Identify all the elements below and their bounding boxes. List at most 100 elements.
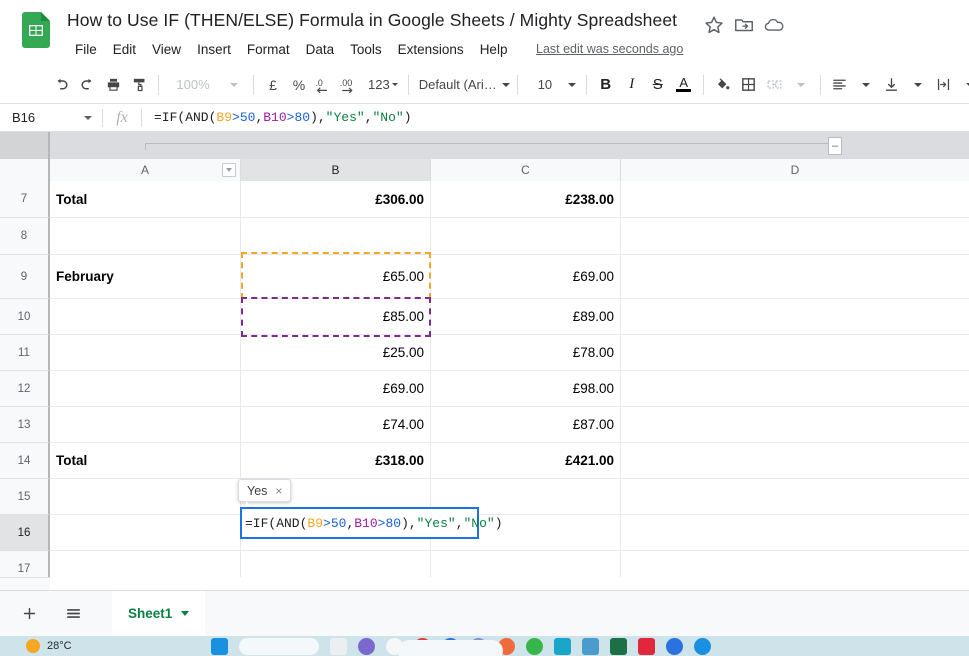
cell-A9[interactable]: February	[50, 255, 241, 298]
menu-item-insert[interactable]: Insert	[189, 40, 239, 59]
taskbar-icon-youtube[interactable]	[638, 637, 655, 655]
cell-C9[interactable]: £69.00	[431, 255, 621, 298]
vertical-align-dropdown[interactable]	[905, 72, 931, 98]
formula-edit-cell[interactable]: =IF(AND(B9 >50, B10 >80), "Yes", "No")	[240, 507, 503, 539]
taskbar-icon-edge[interactable]	[694, 637, 711, 655]
print-button[interactable]	[100, 72, 126, 98]
row-header-10[interactable]: 10	[0, 299, 50, 335]
cell-C14[interactable]: £421.00	[431, 443, 621, 478]
cell-B12[interactable]: £69.00	[241, 371, 431, 406]
font-family-select[interactable]: Default (Ari…	[415, 72, 511, 98]
cell-D7[interactable]	[621, 181, 969, 217]
currency-format-button[interactable]: £	[260, 72, 286, 98]
merge-cells-button[interactable]	[762, 72, 788, 98]
column-header-a[interactable]: A	[50, 159, 241, 181]
taskbar-icon-calendar[interactable]	[554, 637, 571, 655]
chevron-down-icon[interactable]	[181, 611, 190, 616]
row-header-16[interactable]: 16	[0, 515, 50, 551]
horizontal-align-dropdown[interactable]	[853, 72, 879, 98]
row-header-12[interactable]: 12	[0, 371, 50, 407]
cell-B8[interactable]	[241, 218, 431, 254]
row-header-15[interactable]: 15	[0, 479, 50, 515]
cell-B9[interactable]: £65.00	[241, 255, 431, 298]
font-size-select[interactable]: 10	[524, 72, 580, 98]
taskbar-icon-spotify[interactable]	[526, 637, 543, 655]
cell-C8[interactable]	[431, 218, 621, 254]
bold-button[interactable]: B	[593, 72, 619, 98]
zoom-dropdown-button[interactable]	[221, 72, 247, 98]
close-icon[interactable]: ×	[275, 484, 282, 498]
number-format-button[interactable]: 123	[364, 72, 402, 98]
cell-D16[interactable]	[621, 515, 969, 550]
cell-D15[interactable]	[621, 479, 969, 514]
last-edit-status[interactable]: Last edit was seconds ago	[536, 42, 683, 56]
menu-item-data[interactable]: Data	[298, 40, 343, 59]
taskbar-icon-settings[interactable]	[582, 637, 599, 655]
horizontal-align-button[interactable]	[827, 72, 853, 98]
vertical-align-button[interactable]	[879, 72, 905, 98]
undo-button[interactable]	[48, 72, 74, 98]
merge-cells-dropdown-button[interactable]	[788, 72, 814, 98]
sheet-tab-sheet1[interactable]: Sheet1	[112, 590, 206, 637]
taskbar-icon-explorer[interactable]	[330, 637, 347, 655]
menu-item-extensions[interactable]: Extensions	[390, 40, 472, 59]
cell-C13[interactable]: £87.00	[431, 407, 621, 442]
cell-A11[interactable]	[50, 335, 241, 370]
text-wrapping-button[interactable]	[931, 72, 957, 98]
move-to-folder-icon[interactable]	[733, 14, 755, 36]
cell-A8[interactable]	[50, 218, 241, 254]
add-sheet-button[interactable]	[14, 599, 44, 629]
cell-C12[interactable]: £98.00	[431, 371, 621, 406]
column-header-d[interactable]: D	[621, 159, 969, 181]
cell-D14[interactable]	[621, 443, 969, 478]
spreadsheet-grid[interactable]: 7 Total £306.00 £238.00 8 9 February £65.00 £69.…	[0, 181, 969, 590]
column-header-b[interactable]: B	[241, 159, 431, 181]
cell-A15[interactable]	[50, 479, 241, 514]
text-wrapping-dropdown[interactable]	[957, 72, 969, 98]
zoom-value[interactable]: 100%	[165, 72, 221, 98]
cell-A10[interactable]	[50, 299, 241, 334]
document-title[interactable]: How to Use IF (THEN/ELSE) Formula in Goo…	[67, 10, 677, 31]
ruler-track[interactable]	[145, 143, 835, 150]
name-box[interactable]: B16	[0, 104, 102, 132]
row-header-7[interactable]: 7	[0, 181, 50, 218]
menu-item-tools[interactable]: Tools	[342, 40, 390, 59]
taskbar-icon-teams[interactable]	[358, 637, 375, 655]
taskbar-search-pill[interactable]	[398, 640, 503, 656]
cell-D11[interactable]	[621, 335, 969, 370]
text-color-button[interactable]: A	[671, 72, 697, 98]
italic-button[interactable]: I	[619, 72, 645, 98]
taskbar-icon-search[interactable]	[239, 637, 319, 655]
menu-item-help[interactable]: Help	[472, 40, 516, 59]
strikethrough-button[interactable]: S	[645, 72, 671, 98]
cell-D10[interactable]	[621, 299, 969, 334]
redo-button[interactable]	[74, 72, 100, 98]
menu-item-format[interactable]: Format	[239, 40, 298, 59]
cell-C7[interactable]: £238.00	[431, 181, 621, 217]
taskbar-icon-widgets[interactable]	[211, 637, 228, 655]
all-sheets-button[interactable]	[58, 599, 88, 629]
percent-format-button[interactable]: %	[286, 72, 312, 98]
cell-C11[interactable]: £78.00	[431, 335, 621, 370]
select-all-corner[interactable]	[0, 159, 50, 181]
cell-B13[interactable]: £74.00	[241, 407, 431, 442]
menu-item-view[interactable]: View	[144, 40, 189, 59]
cell-D8[interactable]	[621, 218, 969, 254]
cell-B11[interactable]: £25.00	[241, 335, 431, 370]
cell-B14[interactable]: £318.00	[241, 443, 431, 478]
fill-color-button[interactable]	[710, 72, 736, 98]
cell-A12[interactable]	[50, 371, 241, 406]
cell-C10[interactable]: £89.00	[431, 299, 621, 334]
cell-D9[interactable]	[621, 255, 969, 298]
filter-dropdown-icon[interactable]	[222, 163, 236, 177]
menu-item-edit[interactable]: Edit	[105, 40, 144, 59]
taskbar-icon-drive[interactable]	[666, 637, 683, 655]
formula-input[interactable]: =IF(AND(B9>50,B10>80),"Yes","No")	[154, 110, 412, 125]
decrease-decimal-button[interactable]: .0	[312, 72, 338, 98]
ruler-handle[interactable]: –	[828, 137, 842, 155]
cell-A13[interactable]	[50, 407, 241, 442]
row-header-9[interactable]: 9	[0, 255, 50, 299]
cell-A14[interactable]: Total	[50, 443, 241, 478]
borders-button[interactable]	[736, 72, 762, 98]
row-header-13[interactable]: 13	[0, 407, 50, 443]
